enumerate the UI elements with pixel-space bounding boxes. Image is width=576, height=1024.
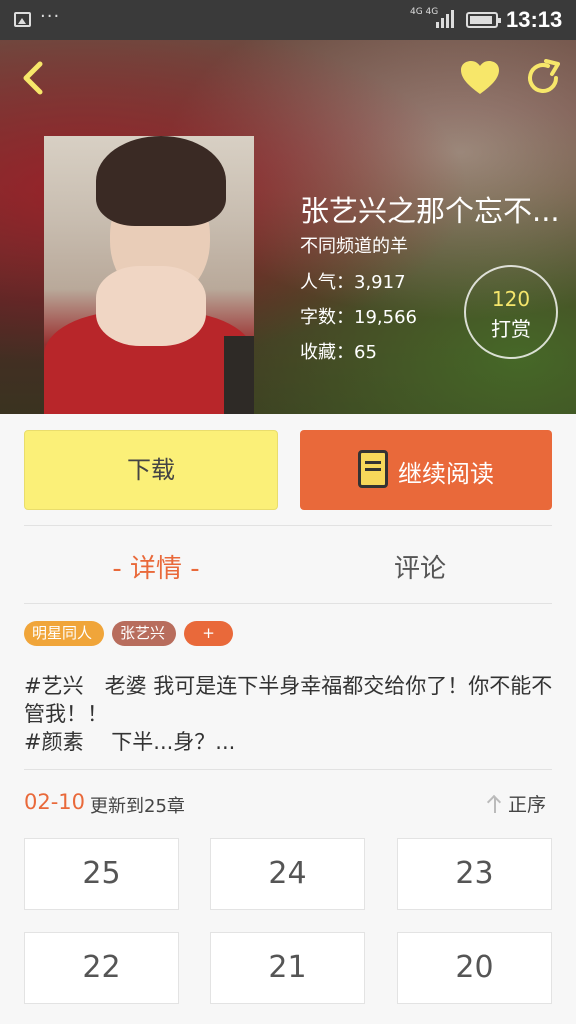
divider [24, 525, 552, 526]
signal-icon [436, 10, 456, 28]
word-count-stat: 字数：19,566 [300, 307, 417, 328]
sort-label: 正序 [508, 794, 547, 816]
divider [24, 769, 552, 770]
popularity-stat: 人气：3,917 [300, 272, 406, 293]
tab-detail[interactable]: - 详情 - [24, 548, 288, 585]
chapter-button[interactable]: 25 [24, 838, 179, 910]
reward-button[interactable]: 120 打赏 [464, 265, 558, 359]
book-cover[interactable] [44, 136, 254, 414]
sort-order-button[interactable]: 正序 [488, 790, 546, 817]
battery-icon [466, 12, 501, 28]
description-line: #艺兴 老婆 我可是连下半身幸福都交给你了！你不能不管我！！ [24, 674, 553, 726]
book-title: 张艺兴之那个忘不... [300, 194, 560, 228]
favorites-stat: 收藏：65 [300, 342, 377, 363]
back-button[interactable] [16, 60, 52, 96]
sort-arrow-icon [488, 795, 502, 813]
reward-label: 打赏 [491, 317, 531, 341]
chapter-button[interactable]: 24 [210, 838, 365, 910]
chapter-button[interactable]: 21 [210, 932, 365, 1004]
status-bar: ··· 4G 4G 13:13 [0, 0, 576, 40]
continue-reading-label: 继续阅读 [398, 460, 494, 488]
book-icon [358, 450, 388, 488]
network-label: 4G 4G [410, 7, 439, 17]
description-line: #颜素 下半...身？... [24, 730, 236, 754]
download-button[interactable]: 下载 [24, 430, 278, 510]
share-button[interactable] [524, 58, 564, 98]
update-text: 更新到25章 [90, 796, 185, 817]
book-header: 张艺兴之那个忘不... 不同频道的羊 人气：3,917 字数：19,566 收藏… [0, 40, 576, 414]
chapter-button[interactable]: 22 [24, 932, 179, 1004]
chapter-button[interactable]: 20 [397, 932, 552, 1004]
heart-icon [461, 61, 499, 94]
tab-comment[interactable]: 评论 [288, 548, 552, 585]
more-notifications-icon: ··· [40, 6, 61, 27]
book-description[interactable]: #艺兴 老婆 我可是连下半身幸福都交给你了！你不能不管我！！ #颜素 下半...… [24, 672, 554, 756]
continue-reading-button[interactable]: 继续阅读 [300, 430, 552, 510]
refresh-icon [528, 59, 560, 93]
chapter-button[interactable]: 23 [397, 838, 552, 910]
tag-celebrity-fanfic[interactable]: 明星同人 [24, 621, 104, 646]
clock: 13:13 [506, 7, 563, 32]
reward-count: 120 [491, 287, 531, 311]
gallery-icon [14, 12, 31, 27]
divider [24, 603, 552, 604]
book-author[interactable]: 不同频道的羊 [300, 232, 408, 258]
update-date: 02-10 [24, 790, 86, 814]
favorite-button[interactable] [460, 60, 500, 96]
add-tag-button[interactable]: + [184, 621, 233, 646]
tag-zhang-yixing[interactable]: 张艺兴 [112, 621, 176, 646]
back-arrow-icon [23, 61, 43, 95]
